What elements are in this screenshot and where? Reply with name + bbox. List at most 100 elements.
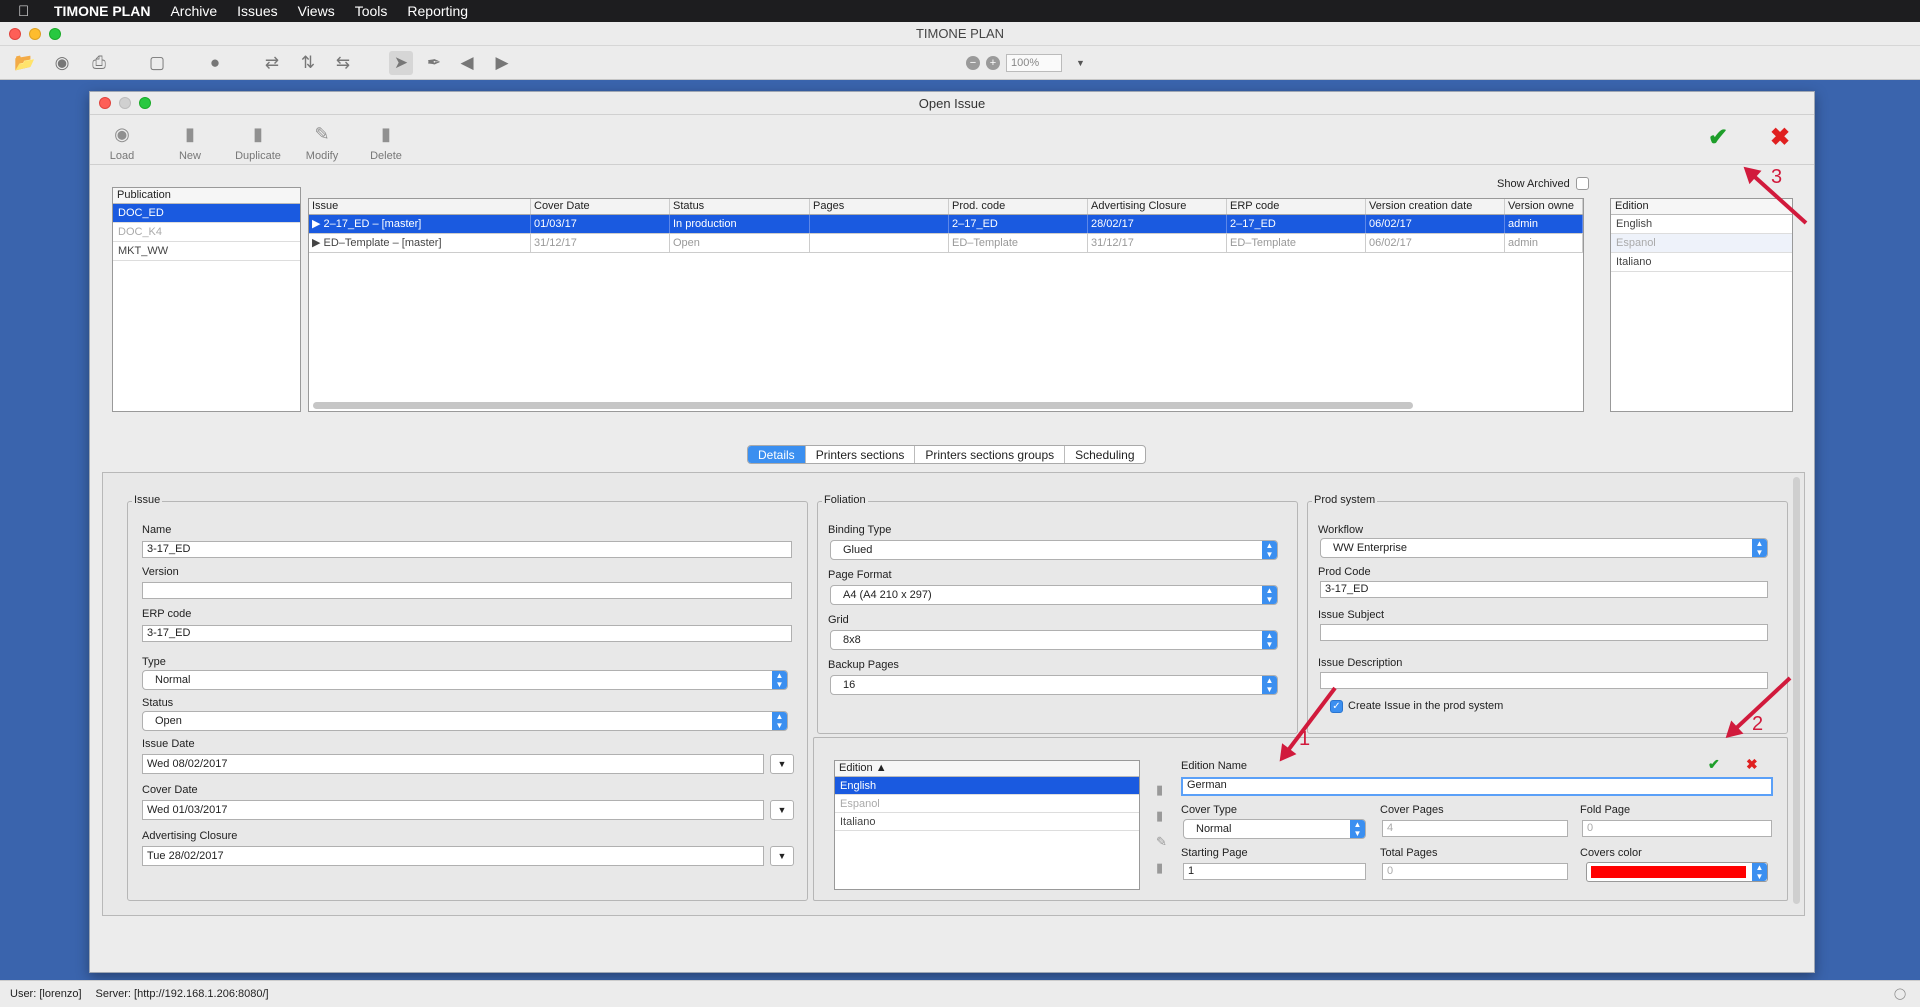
edition-list-header[interactable]: Edition ▲ bbox=[835, 761, 1139, 777]
list-item[interactable]: English bbox=[1611, 215, 1792, 234]
version-input[interactable] bbox=[142, 582, 792, 599]
record-icon[interactable]: ● bbox=[203, 51, 227, 75]
edit-edition-icon[interactable]: ✎ bbox=[1156, 834, 1167, 850]
globe-icon[interactable]: ◉ bbox=[50, 51, 74, 75]
apple-icon[interactable]:  bbox=[18, 3, 40, 20]
backup-pages-select[interactable]: 16 ▲ ▼ bbox=[830, 675, 1278, 695]
menu-archive[interactable]: Archive bbox=[170, 3, 217, 19]
close-window-icon[interactable] bbox=[9, 28, 21, 40]
cover-pages-input[interactable]: 4 bbox=[1382, 820, 1568, 837]
network-icon[interactable]: ▢ bbox=[145, 51, 169, 75]
show-archived-checkbox[interactable] bbox=[1575, 177, 1589, 190]
binding-type-select[interactable]: Glued ▲ ▼ bbox=[830, 540, 1278, 560]
column-header[interactable]: ERP code bbox=[1227, 199, 1366, 214]
column-header[interactable]: Status bbox=[670, 199, 810, 214]
column-header[interactable]: Version creation date bbox=[1366, 199, 1505, 214]
list-item[interactable]: English bbox=[835, 777, 1139, 795]
advertising-closure-input[interactable]: Tue 28/02/2017 bbox=[142, 846, 764, 866]
list-item[interactable]: DOC_K4 bbox=[113, 223, 300, 242]
menu-views[interactable]: Views bbox=[298, 3, 335, 19]
cover-date-input[interactable]: Wed 01/03/2017 bbox=[142, 800, 764, 820]
delete-button[interactable]: ▮ Delete bbox=[366, 121, 406, 163]
tag-right-icon[interactable]: ▶ bbox=[490, 51, 514, 75]
tab-printers-sections-groups[interactable]: Printers sections groups bbox=[915, 446, 1066, 463]
vertical-scrollbar[interactable] bbox=[1793, 477, 1800, 904]
issue-subject-input[interactable] bbox=[1320, 624, 1768, 641]
sync-icon[interactable]: ⇅ bbox=[296, 51, 320, 75]
app-menu[interactable]: TIMONE PLAN bbox=[54, 3, 150, 19]
edition-name-input[interactable]: German bbox=[1181, 777, 1773, 796]
list-item[interactable]: DOC_ED bbox=[113, 204, 300, 223]
zoom-dropdown-icon[interactable]: ▼ bbox=[1076, 58, 1085, 68]
calendar-dropdown-icon[interactable]: ▼ bbox=[770, 800, 794, 820]
load-button[interactable]: ◉ Load bbox=[104, 121, 140, 163]
edition-header[interactable]: Edition bbox=[1611, 199, 1792, 215]
select-arrows-icon: ▲ ▼ bbox=[1350, 820, 1365, 838]
sync-left-icon[interactable]: ⇄ bbox=[260, 51, 284, 75]
list-item[interactable]: MKT_WW bbox=[113, 242, 300, 261]
zoom-out-icon[interactable]: − bbox=[966, 56, 980, 70]
column-header[interactable]: Version owne bbox=[1505, 199, 1583, 214]
fold-page-input[interactable]: 0 bbox=[1582, 820, 1772, 837]
issue-date-input[interactable]: Wed 08/02/2017 bbox=[142, 754, 764, 774]
move-icon[interactable]: ✒ bbox=[422, 51, 446, 75]
column-header[interactable]: Cover Date bbox=[531, 199, 670, 214]
menu-tools[interactable]: Tools bbox=[355, 3, 388, 19]
select-arrows-icon: ▲ ▼ bbox=[1752, 539, 1767, 557]
list-item[interactable]: Espanol bbox=[835, 795, 1139, 813]
cancel-x-icon[interactable]: ✖ bbox=[1770, 123, 1790, 152]
calendar-dropdown-icon[interactable]: ▼ bbox=[770, 754, 794, 774]
column-header[interactable]: Pages bbox=[810, 199, 949, 214]
duplicate-edition-icon[interactable]: ▮ bbox=[1156, 808, 1163, 824]
tab-scheduling[interactable]: Scheduling bbox=[1065, 446, 1144, 463]
minimize-window-icon[interactable] bbox=[29, 28, 41, 40]
menu-issues[interactable]: Issues bbox=[237, 3, 277, 19]
menu-reporting[interactable]: Reporting bbox=[407, 3, 468, 19]
zoom-in-icon[interactable]: + bbox=[986, 56, 1000, 70]
column-header[interactable]: Issue bbox=[309, 199, 531, 214]
calendar-dropdown-icon[interactable]: ▼ bbox=[770, 846, 794, 866]
list-item[interactable]: Italiano bbox=[835, 813, 1139, 831]
column-header[interactable]: Advertising Closure bbox=[1088, 199, 1227, 214]
tab-printers-sections[interactable]: Printers sections bbox=[806, 446, 916, 463]
confirm-check-icon[interactable]: ✔ bbox=[1708, 123, 1728, 152]
status-select[interactable]: Open ▲ ▼ bbox=[142, 711, 788, 731]
covers-color-picker[interactable]: ▲ ▼ bbox=[1586, 862, 1768, 882]
table-row[interactable]: ▶ ED–Template – [master] 31/12/17 Open E… bbox=[309, 234, 1583, 253]
erp-code-input[interactable]: 3-17_ED bbox=[142, 625, 792, 642]
dialog-zoom-icon[interactable] bbox=[139, 97, 151, 109]
tab-details[interactable]: Details bbox=[748, 446, 806, 463]
publication-header[interactable]: Publication bbox=[113, 188, 300, 204]
edition-confirm-icon[interactable]: ✔ bbox=[1708, 756, 1720, 773]
starting-page-input[interactable]: 1 bbox=[1183, 863, 1366, 880]
print-icon[interactable]: ⎙ bbox=[87, 51, 111, 75]
zoom-window-icon[interactable] bbox=[49, 28, 61, 40]
folder-icon[interactable]: 📂 bbox=[13, 51, 37, 75]
modify-button[interactable]: ✎ Modify bbox=[300, 121, 344, 163]
add-edition-icon[interactable]: ▮ bbox=[1156, 782, 1163, 798]
type-select[interactable]: Normal ▲ ▼ bbox=[142, 670, 788, 690]
dialog-close-icon[interactable] bbox=[99, 97, 111, 109]
page-format-select[interactable]: A4 (A4 210 x 297) ▲ ▼ bbox=[830, 585, 1278, 605]
workflow-select[interactable]: WW Enterprise ▲ ▼ bbox=[1320, 538, 1768, 558]
column-header[interactable]: Prod. code bbox=[949, 199, 1088, 214]
list-item[interactable]: Espanol bbox=[1611, 234, 1792, 253]
edition-cancel-icon[interactable]: ✖ bbox=[1746, 756, 1758, 773]
name-input[interactable]: 3-17_ED bbox=[142, 541, 792, 558]
issue-description-input[interactable] bbox=[1320, 672, 1768, 689]
prod-code-input[interactable]: 3-17_ED bbox=[1320, 581, 1768, 598]
sync-right-icon[interactable]: ⇆ bbox=[331, 51, 355, 75]
pointer-icon[interactable]: ➤ bbox=[389, 51, 413, 75]
grid-select[interactable]: 8x8 ▲ ▼ bbox=[830, 630, 1278, 650]
create-issue-checkbox[interactable]: ✓ bbox=[1330, 700, 1343, 713]
list-item[interactable]: Italiano bbox=[1611, 253, 1792, 272]
new-button[interactable]: ▮ New bbox=[172, 121, 208, 163]
table-row[interactable]: ▶ 2–17_ED – [master] 01/03/17 In product… bbox=[309, 215, 1583, 234]
horizontal-scrollbar[interactable] bbox=[313, 402, 1413, 409]
duplicate-button[interactable]: ▮ Duplicate bbox=[230, 121, 286, 163]
tag-left-icon[interactable]: ◀ bbox=[455, 51, 479, 75]
delete-edition-icon[interactable]: ▮ bbox=[1156, 860, 1163, 876]
cover-type-select[interactable]: Normal ▲ ▼ bbox=[1183, 819, 1366, 839]
zoom-input[interactable]: 100% bbox=[1006, 54, 1062, 72]
total-pages-input[interactable]: 0 bbox=[1382, 863, 1568, 880]
